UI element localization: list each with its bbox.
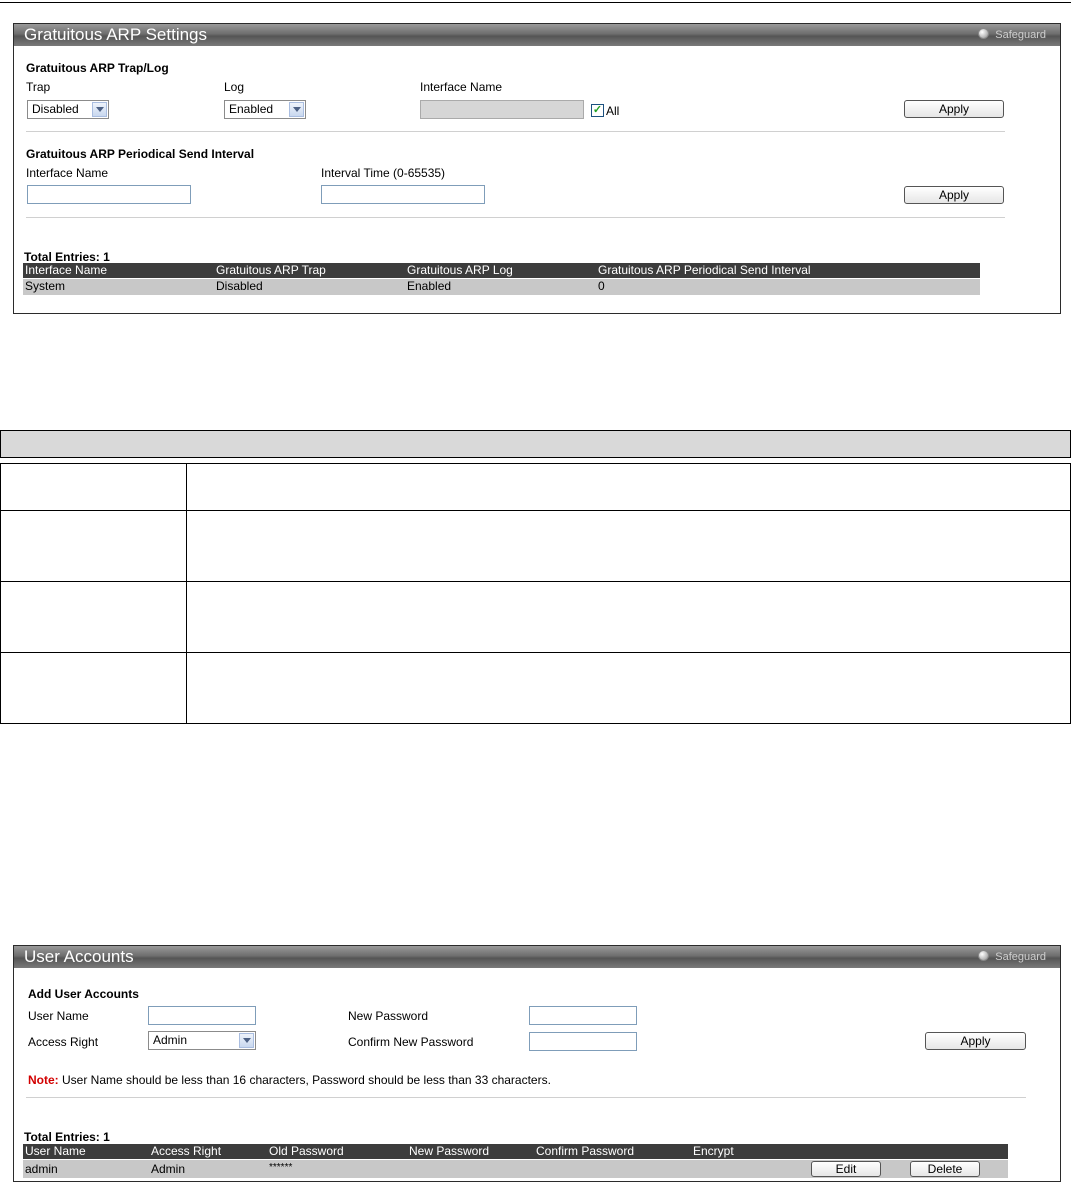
page-top-rule (0, 2, 1071, 3)
chevron-down-icon[interactable] (92, 102, 107, 117)
column-separator (186, 582, 187, 652)
column-separator (186, 511, 187, 581)
section-title-periodical: Gratuitous ARP Periodical Send Interval (26, 147, 255, 161)
access-right-select[interactable]: Admin (148, 1031, 256, 1050)
cell-access-right: Admin (151, 1162, 186, 1176)
apply-interval-button[interactable]: Apply (904, 186, 1004, 204)
all-label: All (606, 104, 620, 118)
log-select[interactable]: Enabled (224, 100, 306, 119)
panel-title: User Accounts (24, 947, 134, 966)
chevron-down-icon[interactable] (239, 1033, 254, 1048)
chevron-down-icon[interactable] (289, 102, 304, 117)
safeguard-icon (978, 950, 990, 961)
cell-arp-trap: Disabled (216, 279, 263, 293)
interface-name-input-2[interactable] (27, 185, 191, 204)
edit-button[interactable]: Edit (811, 1161, 881, 1177)
total-entries: Total Entries: 1 (24, 250, 110, 264)
apply-trap-log-button[interactable]: Apply (904, 100, 1004, 118)
col-old-password: Old Password (269, 1144, 344, 1158)
col-new-password: New Password (409, 1144, 490, 1158)
arp-table-header: Interface Name Gratuitous ARP Trap Gratu… (23, 263, 980, 278)
col-user-name: User Name (25, 1144, 86, 1158)
user-accounts-panel: User Accounts Safeguard Add User Account… (13, 945, 1061, 1182)
description-row (0, 463, 1071, 511)
table-row: System Disabled Enabled 0 (23, 279, 980, 295)
confirm-password-label: Confirm New Password (348, 1035, 474, 1049)
table-row: admin Admin ****** Edit Delete (23, 1160, 1008, 1178)
log-label: Log (224, 80, 245, 94)
interface-name-input[interactable] (420, 100, 584, 119)
cell-interface-name: System (25, 279, 66, 293)
safeguard-icon (978, 28, 990, 39)
cell-arp-log: Enabled (407, 279, 452, 293)
cell-user-name: admin (25, 1162, 58, 1176)
trap-select[interactable]: Disabled (27, 100, 109, 119)
safeguard-label: Safeguard (995, 29, 1046, 41)
log-select-value: Enabled (229, 102, 274, 116)
delete-button[interactable]: Delete (910, 1161, 980, 1177)
col-encrypt: Encrypt (693, 1144, 734, 1158)
apply-user-button[interactable]: Apply (925, 1032, 1026, 1050)
total-entries: Total Entries: 1 (24, 1130, 110, 1144)
interface-name-label-2: Interface Name (26, 166, 109, 180)
divider (26, 131, 1005, 132)
note-prefix: Note: (28, 1073, 59, 1087)
new-password-input[interactable] (529, 1006, 637, 1025)
user-name-label: User Name (28, 1009, 89, 1023)
confirm-password-input[interactable] (529, 1032, 637, 1051)
safeguard-indicator[interactable]: Safeguard (978, 949, 1046, 965)
col-arp-trap: Gratuitous ARP Trap (216, 263, 326, 277)
user-name-input[interactable] (148, 1006, 256, 1025)
panel-title-bar: User Accounts Safeguard (14, 946, 1060, 968)
all-checkbox[interactable]: ✓ (591, 104, 604, 117)
col-arp-log: Gratuitous ARP Log (407, 263, 513, 277)
interface-name-label: Interface Name (420, 80, 503, 94)
cell-old-password: ****** (269, 1162, 293, 1173)
column-separator (186, 653, 187, 723)
description-table-header (0, 430, 1071, 458)
safeguard-label: Safeguard (995, 951, 1046, 963)
trap-select-value: Disabled (32, 102, 79, 116)
new-password-label: New Password (348, 1009, 429, 1023)
divider (26, 217, 1005, 218)
col-interface-name: Interface Name (25, 263, 108, 277)
col-send-interval: Gratuitous ARP Periodical Send Interval (598, 263, 811, 277)
note-text: Note: User Name should be less than 16 c… (28, 1073, 551, 1087)
section-title-trap-log: Gratuitous ARP Trap/Log (26, 61, 169, 75)
section-title-add-users: Add User Accounts (28, 987, 139, 1001)
panel-title-bar: Gratuitous ARP Settings Safeguard (14, 24, 1060, 46)
gratuitous-arp-panel: Gratuitous ARP Settings Safeguard Gratui… (13, 23, 1061, 314)
interval-time-input[interactable] (321, 185, 485, 204)
description-row (0, 653, 1071, 724)
panel-title: Gratuitous ARP Settings (24, 25, 208, 44)
note-body: User Name should be less than 16 charact… (58, 1073, 551, 1087)
description-row (0, 511, 1071, 582)
divider (26, 1097, 1026, 1098)
safeguard-indicator[interactable]: Safeguard (978, 27, 1046, 43)
interval-time-label: Interval Time (0-65535) (321, 166, 446, 180)
column-separator (186, 464, 187, 510)
trap-label: Trap (26, 80, 51, 94)
access-right-select-value: Admin (153, 1033, 188, 1047)
cell-send-interval: 0 (598, 279, 605, 293)
col-access-right: Access Right (151, 1144, 222, 1158)
description-row (0, 582, 1071, 653)
users-table-header: User Name Access Right Old Password New … (23, 1144, 1008, 1159)
col-confirm-password: Confirm Password (536, 1144, 635, 1158)
access-right-label: Access Right (28, 1035, 99, 1049)
